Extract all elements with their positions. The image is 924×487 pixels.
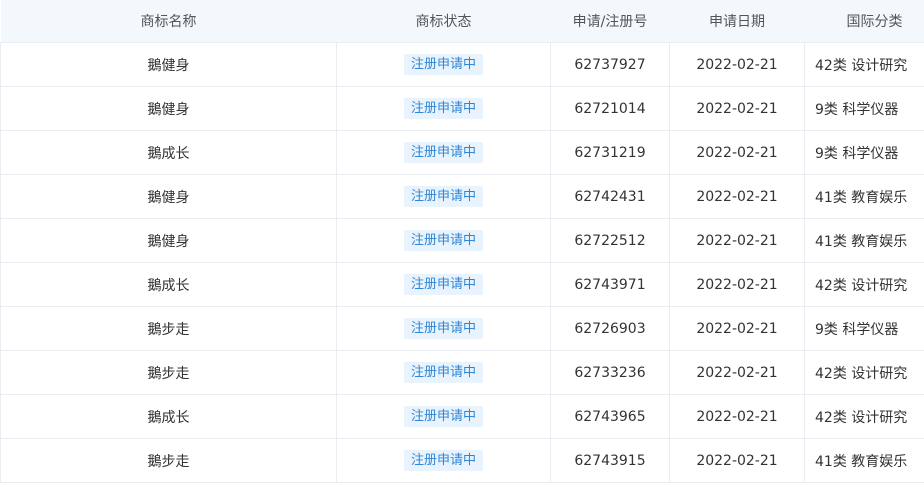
status-badge: 注册申请中: [403, 98, 483, 119]
header-row: 商标名称 商标状态 申请/注册号 申请日期 国际分类: [0, 0, 924, 43]
application-date-cell: 2022-02-21: [669, 262, 805, 307]
table-row[interactable]: 鵝成长 注册申请中 62743971 2022-02-21 42类 设计研究: [0, 262, 924, 307]
international-class-cell: 42类 设计研究: [804, 350, 924, 395]
column-header-class: 国际分类: [804, 0, 924, 43]
status-cell: 注册申请中: [336, 306, 551, 351]
application-date-cell: 2022-02-21: [669, 130, 805, 175]
trademark-name-cell: 鵝健身: [0, 218, 337, 263]
status-badge: 注册申请中: [403, 274, 483, 295]
status-cell: 注册申请中: [336, 262, 551, 307]
table-row[interactable]: 鵝成长 注册申请中 62743965 2022-02-21 42类 设计研究: [0, 394, 924, 439]
status-badge: 注册申请中: [403, 142, 483, 163]
application-date-cell: 2022-02-21: [669, 350, 805, 395]
status-badge: 注册申请中: [403, 186, 483, 207]
status-badge: 注册申请中: [403, 450, 483, 471]
registration-number-cell: 62743965: [550, 394, 670, 439]
trademark-name-cell: 鵝步走: [0, 438, 337, 483]
application-date-cell: 2022-02-21: [669, 86, 805, 131]
international-class-cell: 9类 科学仪器: [804, 130, 924, 175]
international-class-cell: 42类 设计研究: [804, 262, 924, 307]
column-header-date: 申请日期: [669, 0, 805, 43]
trademark-name-cell: 鵝健身: [0, 174, 337, 219]
international-class-cell: 41类 教育娱乐: [804, 174, 924, 219]
registration-number-cell: 62731219: [550, 130, 670, 175]
table-row[interactable]: 鵝健身 注册申请中 62722512 2022-02-21 41类 教育娱乐: [0, 218, 924, 263]
international-class-cell: 41类 教育娱乐: [804, 218, 924, 263]
trademark-name-cell: 鵝成长: [0, 262, 337, 307]
table-row[interactable]: 鵝步走 注册申请中 62733236 2022-02-21 42类 设计研究: [0, 350, 924, 395]
registration-number-cell: 62743915: [550, 438, 670, 483]
status-badge: 注册申请中: [403, 230, 483, 251]
registration-number-cell: 62737927: [550, 42, 670, 87]
international-class-cell: 9类 科学仪器: [804, 306, 924, 351]
column-header-reg-no: 申请/注册号: [550, 0, 670, 43]
application-date-cell: 2022-02-21: [669, 42, 805, 87]
trademark-name-cell: 鵝健身: [0, 42, 337, 87]
application-date-cell: 2022-02-21: [669, 174, 805, 219]
status-cell: 注册申请中: [336, 86, 551, 131]
trademark-name-cell: 鵝步走: [0, 350, 337, 395]
application-date-cell: 2022-02-21: [669, 218, 805, 263]
status-cell: 注册申请中: [336, 130, 551, 175]
trademark-name-cell: 鵝成长: [0, 130, 337, 175]
registration-number-cell: 62733236: [550, 350, 670, 395]
international-class-cell: 42类 设计研究: [804, 42, 924, 87]
registration-number-cell: 62742431: [550, 174, 670, 219]
registration-number-cell: 62726903: [550, 306, 670, 351]
table-header: 商标名称 商标状态 申请/注册号 申请日期 国际分类: [0, 0, 924, 43]
trademark-name-cell: 鵝成长: [0, 394, 337, 439]
application-date-cell: 2022-02-21: [669, 394, 805, 439]
trademark-name-cell: 鵝健身: [0, 86, 337, 131]
status-badge: 注册申请中: [403, 362, 483, 383]
status-badge: 注册申请中: [403, 318, 483, 339]
table-row[interactable]: 鵝健身 注册申请中 62721014 2022-02-21 9类 科学仪器: [0, 86, 924, 131]
international-class-cell: 41类 教育娱乐: [804, 438, 924, 483]
status-cell: 注册申请中: [336, 394, 551, 439]
registration-number-cell: 62721014: [550, 86, 670, 131]
application-date-cell: 2022-02-21: [669, 438, 805, 483]
table-row[interactable]: 鵝步走 注册申请中 62726903 2022-02-21 9类 科学仪器: [0, 306, 924, 351]
registration-number-cell: 62743971: [550, 262, 670, 307]
international-class-cell: 9类 科学仪器: [804, 86, 924, 131]
status-cell: 注册申请中: [336, 174, 551, 219]
status-cell: 注册申请中: [336, 42, 551, 87]
trademark-table: 商标名称 商标状态 申请/注册号 申请日期 国际分类 鵝健身 注册申请中 62737…: [0, 0, 924, 483]
column-header-status: 商标状态: [336, 0, 551, 43]
application-date-cell: 2022-02-21: [669, 306, 805, 351]
trademark-name-cell: 鵝步走: [0, 306, 337, 351]
registration-number-cell: 62722512: [550, 218, 670, 263]
table-row[interactable]: 鵝健身 注册申请中 62742431 2022-02-21 41类 教育娱乐: [0, 174, 924, 219]
table-row[interactable]: 鵝步走 注册申请中 62743915 2022-02-21 41类 教育娱乐: [0, 438, 924, 483]
status-cell: 注册申请中: [336, 218, 551, 263]
international-class-cell: 42类 设计研究: [804, 394, 924, 439]
table-row[interactable]: 鵝成长 注册申请中 62731219 2022-02-21 9类 科学仪器: [0, 130, 924, 175]
table-body: 鵝健身 注册申请中 62737927 2022-02-21 42类 设计研究 鵝健身 注册申…: [0, 42, 924, 483]
status-cell: 注册申请中: [336, 438, 551, 483]
status-badge: 注册申请中: [403, 54, 483, 75]
table-row[interactable]: 鵝健身 注册申请中 62737927 2022-02-21 42类 设计研究: [0, 42, 924, 87]
column-header-name: 商标名称: [0, 0, 337, 43]
status-badge: 注册申请中: [403, 406, 483, 427]
status-cell: 注册申请中: [336, 350, 551, 395]
